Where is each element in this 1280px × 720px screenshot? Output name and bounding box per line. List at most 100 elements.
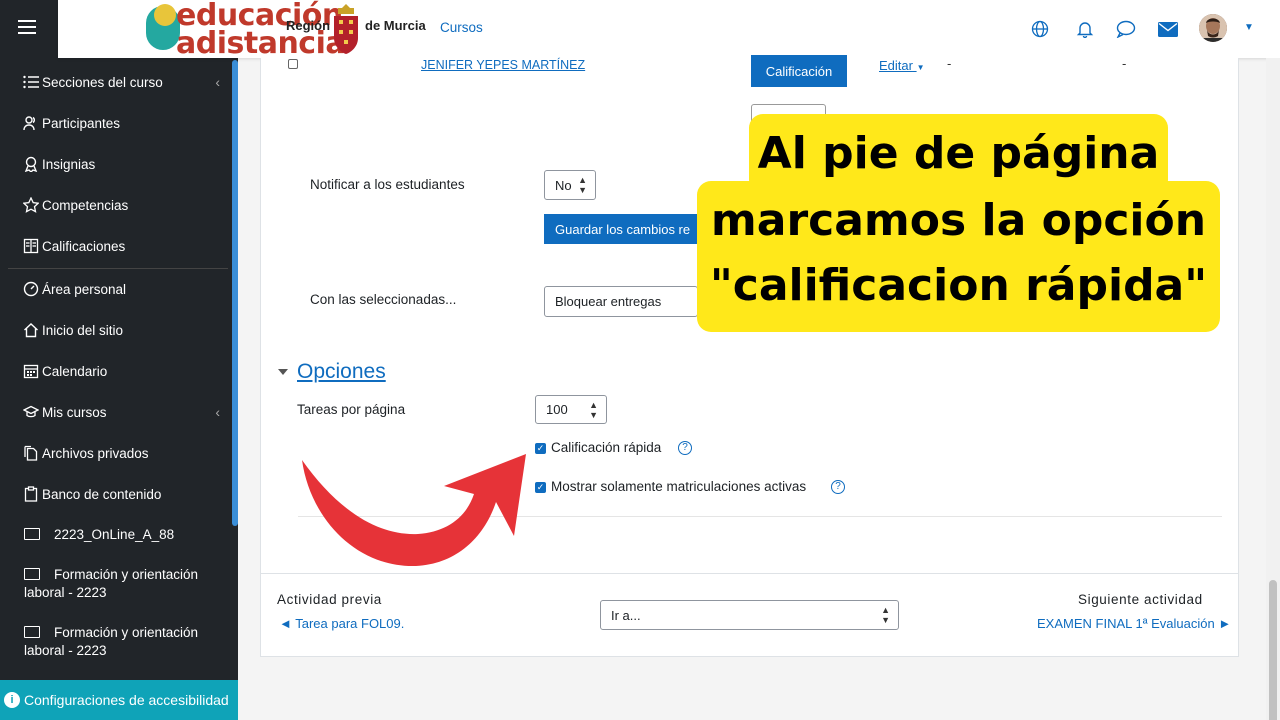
jump-to-select[interactable]: Ir a... ▲ ▼	[600, 600, 899, 630]
options-title: Opciones	[297, 360, 386, 383]
sidebar-item-archivos[interactable]: Archivos privados	[22, 444, 222, 462]
course-label: 2223_OnLine_A_88	[54, 527, 175, 542]
sidebar-item-calendario[interactable]: Calendario	[22, 362, 222, 380]
accessibility-icon: i	[4, 692, 20, 708]
dashboard-icon	[22, 280, 40, 298]
sidebar-item-label: Área personal	[42, 281, 127, 297]
notify-select-value: No	[555, 177, 572, 193]
course-label: laboral - 2223	[24, 643, 107, 658]
scrollbar-thumb[interactable]	[1269, 580, 1277, 720]
star-icon	[22, 196, 40, 214]
hamburger-menu-icon[interactable]	[18, 20, 36, 34]
collapse-caret-icon	[278, 369, 288, 375]
murcia-shield-icon	[334, 4, 358, 54]
per-page-select[interactable]: 100 ▲ ▼	[535, 395, 607, 424]
sidebar-item-inicio[interactable]: Inicio del sitio	[22, 321, 222, 339]
bell-icon[interactable]	[1074, 18, 1096, 40]
next-activity-link[interactable]: EXAMEN FINAL 1ª Evaluación ►	[1037, 616, 1231, 631]
course-label: laboral - 2223	[24, 585, 107, 600]
previous-activity-link[interactable]: ◄ Tarea para FOL09.	[279, 616, 404, 631]
help-icon[interactable]: ?	[678, 441, 692, 455]
sidebar-item-label: Banco de contenido	[42, 486, 162, 502]
sidebar-item-mis-cursos[interactable]: Mis cursos ‹	[22, 403, 222, 421]
student-name-link[interactable]: JENIFER YEPES MARTÍNEZ	[421, 58, 585, 72]
accessibility-settings-button[interactable]: i Configuraciones de accesibilidad	[0, 680, 238, 720]
status-dash: -	[1122, 56, 1127, 71]
page-scrollbar[interactable]	[1266, 58, 1280, 720]
help-icon[interactable]: ?	[831, 480, 845, 494]
per-page-value: 100	[546, 402, 568, 417]
previous-activity-title: Actividad previa	[277, 592, 382, 607]
sidebar-item-area-personal[interactable]: Área personal	[22, 280, 222, 298]
calendar-icon	[22, 362, 40, 380]
chevron-left-icon[interactable]: ‹	[215, 74, 220, 90]
envelope-icon[interactable]	[1157, 18, 1179, 40]
save-changes-button[interactable]: Guardar los cambios re	[544, 214, 698, 244]
bulk-action-select[interactable]: Bloquear entregas	[544, 286, 698, 317]
sidebar-item-calificaciones[interactable]: Calificaciones	[22, 237, 222, 255]
quick-grading-label: Calificación rápida	[551, 440, 662, 455]
home-icon	[22, 321, 40, 339]
folder-icon	[24, 626, 40, 638]
options-section-header[interactable]: Opciones	[278, 360, 386, 384]
select-student-checkbox[interactable]	[288, 59, 298, 69]
sidebar-course-3[interactable]: Formación y orientación laboral - 2223	[24, 624, 224, 660]
clipboard-icon	[22, 485, 40, 503]
instruction-callout: Al pie de página marcamos la opción "cal…	[697, 114, 1220, 332]
sidebar-item-label: Insignias	[42, 156, 96, 172]
notify-students-select[interactable]: No ▲ ▼	[544, 170, 596, 200]
sidebar-item-label: Secciones del curso	[42, 74, 163, 90]
chevron-down-icon[interactable]: ▼	[1244, 22, 1254, 33]
sidebar-item-participantes[interactable]: Participantes	[22, 114, 222, 132]
graduation-cap-icon	[22, 403, 40, 421]
grade-button[interactable]: Calificación	[751, 55, 847, 87]
sidebar-course-2[interactable]: Formación y orientación laboral - 2223	[24, 566, 224, 602]
sidebar-item-competencias[interactable]: Competencias	[22, 196, 222, 214]
book-icon	[22, 237, 40, 255]
chevron-left-icon[interactable]: ‹	[215, 404, 220, 420]
sidebar-item-insignias[interactable]: Insignias	[22, 155, 222, 173]
notify-students-label: Notificar a los estudiantes	[310, 177, 465, 192]
sidebar-item-label: Competencias	[42, 197, 129, 213]
callout-line-1: Al pie de página	[757, 128, 1160, 179]
bulk-action-label: Con las seleccionadas...	[310, 292, 457, 307]
callout-line-3: "calificacion rápida"	[709, 260, 1208, 311]
next-activity-title: Siguiente actividad	[1078, 592, 1203, 607]
course-label: Formación y orientación	[54, 625, 199, 640]
badge-icon	[22, 155, 40, 173]
sidebar-scrollbar[interactable]	[232, 60, 238, 526]
active-only-checkbox[interactable]: ✓	[535, 482, 546, 493]
sidebar-item-label: Participantes	[42, 115, 121, 131]
chat-icon[interactable]	[1115, 18, 1137, 40]
sidebar-item-banco[interactable]: Banco de contenido	[22, 485, 222, 503]
sidebar-course-1[interactable]: 2223_OnLine_A_88	[24, 526, 224, 544]
sidebar-item-label: Archivos privados	[42, 445, 149, 461]
list-icon	[22, 73, 40, 91]
quick-grading-checkbox[interactable]: ✓	[535, 443, 546, 454]
sidebar-item-label: Calendario	[42, 363, 108, 379]
edit-menu-link[interactable]: Editar ▼	[879, 58, 925, 73]
sidebar-divider	[8, 268, 228, 269]
sort-arrows-icon: ▲ ▼	[589, 399, 598, 420]
active-only-label: Mostrar solamente matriculaciones activa…	[551, 479, 807, 494]
edit-link-label: Editar	[879, 58, 913, 73]
courses-link[interactable]: Cursos	[440, 20, 483, 35]
sort-arrows-icon: ▲ ▼	[578, 175, 587, 195]
sort-arrows-icon: ▲ ▼	[881, 605, 890, 625]
caret-down-icon: ▼	[916, 63, 925, 72]
folder-icon	[24, 528, 40, 540]
sidebar-item-label: Calificaciones	[42, 238, 126, 254]
red-arrow-annotation	[302, 454, 526, 567]
course-label: Formación y orientación	[54, 567, 199, 582]
region-label-right: de Murcia	[365, 18, 426, 33]
logo-mark-accent	[154, 4, 176, 26]
callout-line-2: marcamos la opción	[710, 195, 1207, 246]
globe-icon[interactable]	[1029, 18, 1051, 40]
files-icon	[22, 444, 40, 462]
sidebar-item-label: Inicio del sitio	[42, 322, 124, 338]
region-label: Región	[286, 18, 331, 33]
folder-icon	[24, 568, 40, 580]
sidebar: Secciones del curso ‹ Participantes Insi…	[0, 0, 238, 720]
user-avatar[interactable]	[1199, 14, 1227, 42]
sidebar-item-secciones[interactable]: Secciones del curso ‹	[22, 73, 222, 91]
